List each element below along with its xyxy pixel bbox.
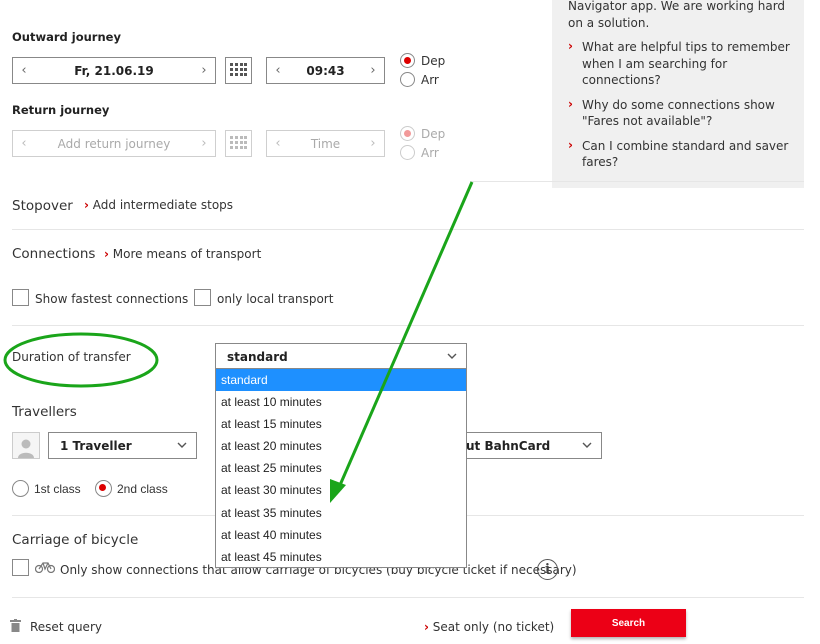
first-class-label: 1st class	[34, 482, 81, 496]
outward-dep-radio[interactable]	[400, 53, 415, 68]
chevron-left-icon[interactable]: ‹	[13, 136, 35, 151]
divider	[470, 181, 804, 182]
dropdown-option[interactable]: at least 30 minutes	[216, 479, 466, 501]
divider	[12, 597, 804, 598]
outward-journey-title: Outward journey	[12, 30, 121, 44]
transfer-duration-dropdown: standard at least 10 minutes at least 15…	[215, 368, 467, 568]
calendar-icon	[230, 63, 247, 76]
transfer-duration-value: standard	[227, 349, 288, 364]
travellers-label: Travellers	[12, 404, 77, 420]
chevron-right-icon: ›	[568, 96, 573, 111]
dropdown-option[interactable]: at least 40 minutes	[216, 524, 466, 546]
person-icon	[18, 439, 34, 458]
fastest-connections-checkbox[interactable]	[12, 289, 29, 306]
transfer-duration-label: Duration of transfer	[12, 350, 131, 364]
seat-only-link[interactable]: › Seat only (no ticket)	[424, 620, 554, 634]
chevron-left-icon[interactable]: ‹	[267, 63, 289, 78]
dropdown-option[interactable]: at least 10 minutes	[216, 391, 466, 413]
faq-panel: Navigator app. We are working hard on a …	[552, 0, 804, 188]
chevron-right-icon: ›	[84, 198, 89, 212]
chevron-right-icon[interactable]: ›	[193, 136, 215, 151]
first-class-radio[interactable]	[12, 480, 29, 497]
outward-arr-radio[interactable]	[400, 72, 415, 87]
return-date-field[interactable]: ‹ Add return journey ›	[12, 130, 216, 157]
faq-intro: Navigator app. We are working hard on a …	[568, 0, 786, 30]
local-transport-checkbox[interactable]	[194, 289, 211, 306]
chevron-right-icon: ›	[568, 137, 573, 152]
divider	[12, 229, 804, 230]
return-arr-label: Arr	[421, 146, 439, 160]
chevron-left-icon[interactable]: ‹	[267, 136, 289, 151]
chevron-right-icon: ›	[568, 39, 573, 53]
chevron-right-icon: ›	[424, 620, 429, 634]
local-transport-label: only local transport	[217, 292, 334, 306]
faq-question-2[interactable]: › Why do some connections show "Fares not…	[568, 97, 790, 130]
dropdown-option[interactable]: at least 45 minutes	[216, 546, 466, 568]
transfer-duration-select[interactable]: standard	[215, 343, 467, 370]
stopover-label: Stopover	[12, 198, 73, 214]
bicycle-checkbox[interactable]	[12, 559, 29, 576]
second-class-label: 2nd class	[117, 482, 168, 496]
chevron-right-icon: ›	[104, 247, 109, 261]
bicycle-icon	[35, 562, 55, 573]
return-time-placeholder: Time	[310, 136, 341, 151]
fastest-connections-label: Show fastest connections	[35, 292, 189, 306]
faq-question-1[interactable]: › What are helpful tips to remember when …	[568, 39, 790, 89]
more-means-of-transport-link[interactable]: › More means of transport	[104, 247, 261, 261]
outward-time-field[interactable]: ‹ 09:43 ›	[266, 57, 385, 84]
bahncard-value: ut BahnCard	[466, 438, 551, 453]
outward-date-value: Fr, 21.06.19	[74, 63, 154, 78]
chevron-down-icon	[177, 442, 187, 448]
outward-dep-label: Dep	[421, 54, 446, 68]
traveller-count-value: 1 Traveller	[60, 438, 132, 453]
chevron-down-icon	[582, 442, 592, 448]
second-class-radio[interactable]	[95, 480, 112, 497]
dropdown-option[interactable]: at least 15 minutes	[216, 413, 466, 435]
chevron-down-icon	[447, 353, 457, 359]
trash-icon[interactable]	[10, 619, 21, 632]
calendar-icon	[230, 136, 247, 149]
dropdown-option[interactable]: at least 20 minutes	[216, 435, 466, 457]
dropdown-option[interactable]: standard	[216, 369, 466, 392]
connections-label: Connections	[12, 246, 96, 262]
dropdown-option[interactable]: at least 25 minutes	[216, 457, 466, 479]
chevron-right-icon[interactable]: ›	[193, 63, 215, 78]
return-dep-radio[interactable]	[400, 126, 415, 141]
info-icon[interactable]: i	[537, 559, 558, 580]
chevron-left-icon[interactable]: ‹	[13, 63, 35, 78]
chevron-right-icon[interactable]: ›	[362, 136, 384, 151]
return-journey-title: Return journey	[12, 103, 110, 117]
faq-question-3[interactable]: › Can I combine standard and saver fares?	[568, 138, 790, 171]
outward-arr-label: Arr	[421, 73, 439, 87]
chevron-right-icon[interactable]: ›	[362, 63, 384, 78]
outward-time-value: 09:43	[306, 63, 345, 78]
search-button[interactable]: Search	[571, 609, 686, 637]
return-date-placeholder: Add return journey	[57, 136, 171, 151]
divider	[12, 325, 804, 326]
return-time-field[interactable]: ‹ Time ›	[266, 130, 385, 157]
bicycle-label: Carriage of bicycle	[12, 532, 139, 548]
return-dep-label: Dep	[421, 127, 446, 141]
reset-query-link[interactable]: Reset query	[30, 620, 102, 634]
traveller-count-select[interactable]: 1 Traveller	[48, 432, 197, 459]
outward-date-field[interactable]: ‹ Fr, 21.06.19 ›	[12, 57, 216, 84]
traveller-avatar	[12, 432, 40, 459]
add-intermediate-stops-link[interactable]: › Add intermediate stops	[84, 198, 233, 212]
calendar-button[interactable]	[225, 57, 252, 84]
return-arr-radio[interactable]	[400, 145, 415, 160]
dropdown-option[interactable]: at least 35 minutes	[216, 502, 466, 524]
return-calendar-button[interactable]	[225, 130, 252, 157]
